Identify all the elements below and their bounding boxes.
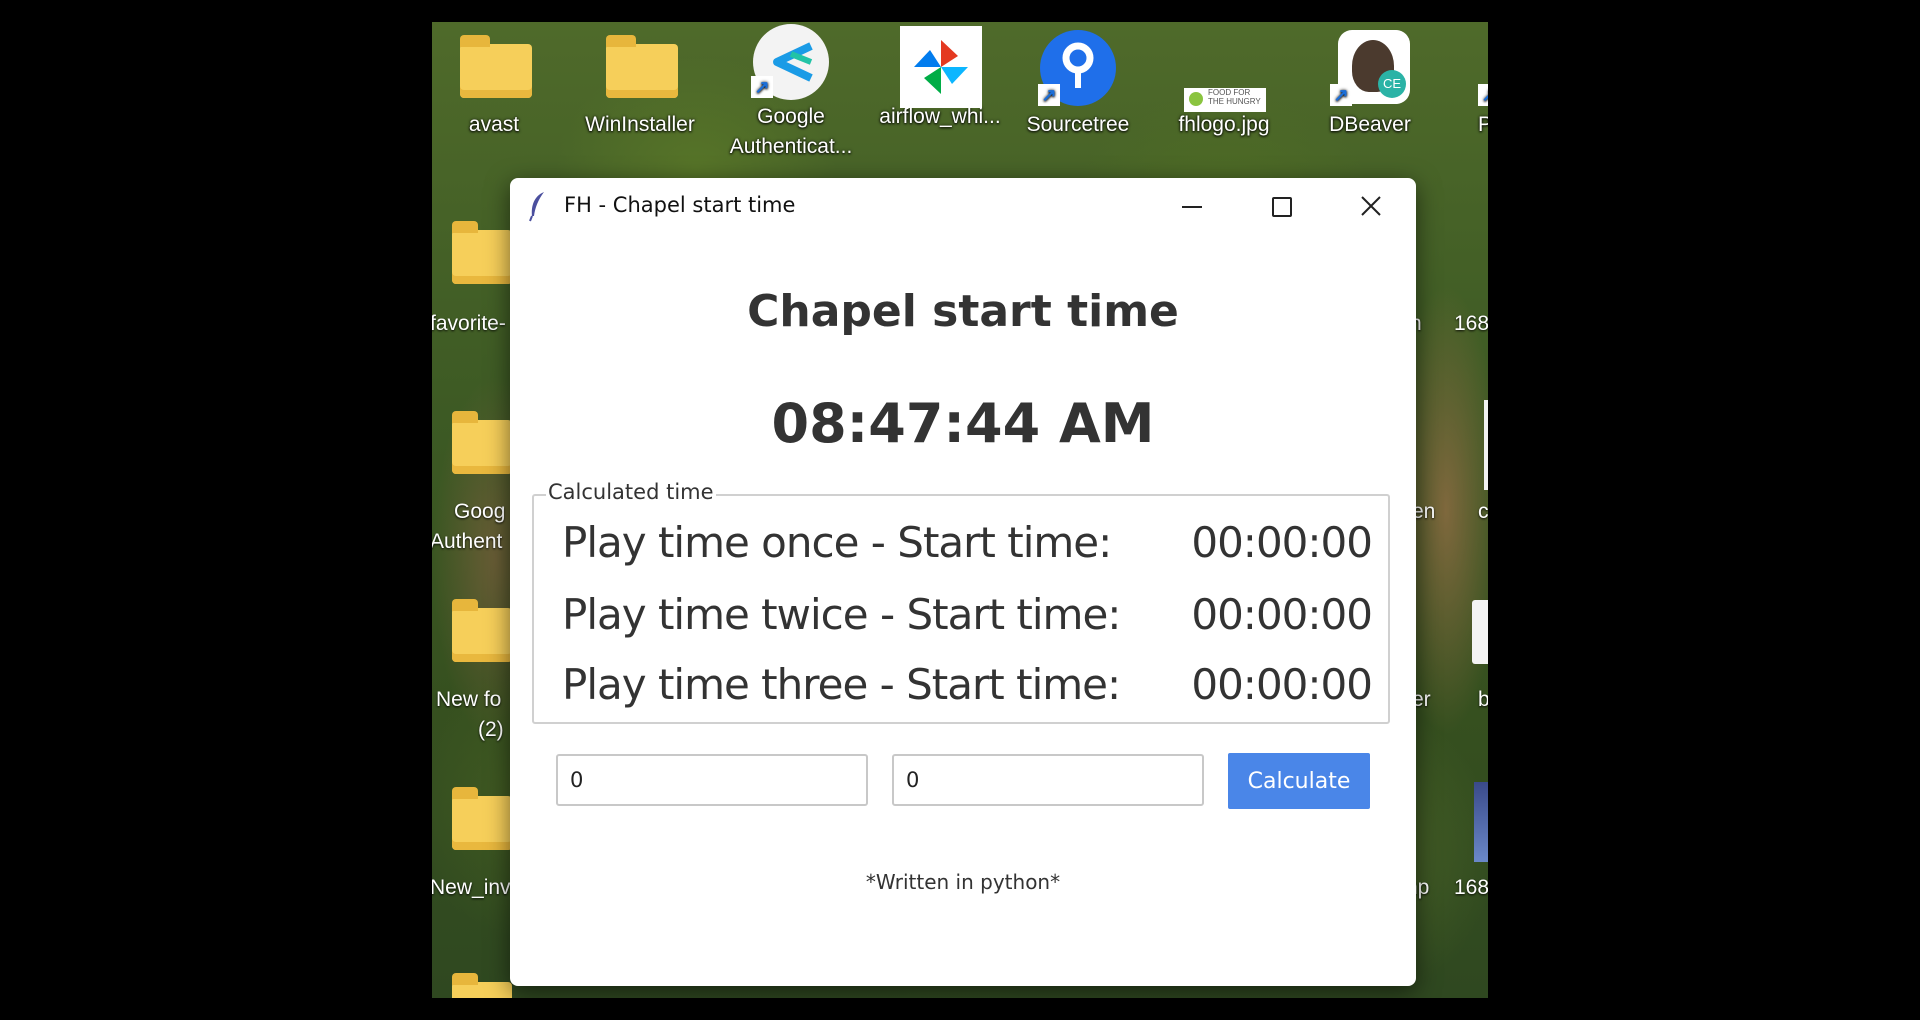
- result-label: Play time three - Start time:: [562, 660, 1121, 709]
- result-label: Play time twice - Start time:: [562, 590, 1121, 639]
- dbeaver-badge: CE: [1378, 70, 1406, 98]
- title-bar[interactable]: FH - Chapel start time: [510, 178, 1416, 234]
- desktop-icon-dbeaver[interactable]: CE ↗ DBeaver: [1310, 30, 1430, 140]
- desktop-icon-label: fhlogo.jpg: [1178, 113, 1270, 136]
- airflow-icon: [898, 22, 982, 108]
- folder-icon: [598, 30, 682, 106]
- google-authenticator-icon: ↗: [749, 22, 833, 100]
- maximize-button[interactable]: [1236, 178, 1326, 234]
- result-row-three: Play time three - Start time: 00:00:00: [562, 660, 1373, 720]
- desktop-icon-label: Goog: [454, 500, 506, 523]
- desktop-icon-google-authenticator[interactable]: ↗ Google Authenticat...: [726, 22, 856, 162]
- current-time-display: 08:47:44 AM: [771, 392, 1155, 455]
- window-title: FH - Chapel start time: [564, 193, 796, 217]
- result-label: Play time once - Start time:: [562, 518, 1112, 567]
- result-value: 00:00:00: [1191, 518, 1373, 567]
- image-thumbnail-icon: [1474, 782, 1488, 862]
- desktop-icon-label: (2): [478, 718, 504, 741]
- folder-icon: [452, 599, 512, 662]
- sourcetree-icon: ↗: [1036, 30, 1120, 106]
- desktop-icon-wininstaller[interactable]: WinInstaller: [580, 30, 700, 140]
- result-row-once: Play time once - Start time: 00:00:00: [562, 518, 1373, 578]
- group-label: Calculated time: [546, 480, 716, 504]
- app-icon: ↗: [1472, 30, 1488, 106]
- desktop-icon-label: P: [1478, 113, 1488, 136]
- calculate-button[interactable]: Calculate: [1228, 753, 1370, 809]
- desktop-icon-airflow[interactable]: airflow_whi...: [870, 22, 1010, 132]
- result-value: 00:00:00: [1191, 590, 1373, 639]
- desktop-icon-label: c: [1478, 500, 1488, 523]
- close-icon: [1361, 196, 1381, 216]
- result-value: 00:00:00: [1191, 660, 1373, 709]
- desktop-icon-label: WinInstaller: [585, 113, 695, 136]
- desktop-icon-label: New fo: [436, 688, 502, 711]
- desktop-icon-label: b: [1478, 688, 1488, 711]
- footer-note: *Written in python*: [865, 870, 1061, 894]
- calculated-time-group: Calculated time Play time once - Start t…: [532, 480, 1390, 724]
- desktop-icon-label: Authent: [432, 530, 503, 553]
- desktop-icon-label: New_inv: [432, 876, 511, 899]
- file-icon: [1484, 400, 1488, 490]
- desktop-icon-partial[interactable]: ↗ P: [1472, 30, 1488, 140]
- desktop-icon-avast[interactable]: avast: [434, 30, 554, 140]
- fhlogo-text: FOOD FOR THE HUNGRY: [1208, 88, 1261, 106]
- dbeaver-icon: CE ↗: [1328, 30, 1412, 106]
- second-number-input[interactable]: [892, 754, 1204, 806]
- desktop-icon-label: avast: [468, 113, 520, 136]
- desktop-icon-sourcetree[interactable]: ↗ Sourcetree: [1018, 30, 1138, 140]
- file-icon: [1472, 600, 1488, 664]
- first-number-input[interactable]: [556, 754, 868, 806]
- page-title: Chapel start time: [747, 286, 1179, 337]
- folder-icon: [452, 221, 512, 284]
- desktop-icon-label: 168: [1454, 876, 1488, 899]
- minimize-button[interactable]: [1145, 178, 1235, 234]
- folder-icon: [452, 787, 512, 850]
- folder-icon: [452, 30, 536, 106]
- result-row-twice: Play time twice - Start time: 00:00:00: [562, 590, 1373, 650]
- desktop-icon-fhlogo[interactable]: FOOD FOR THE HUNGRY fhlogo.jpg: [1164, 30, 1284, 140]
- feather-icon: [529, 192, 544, 222]
- close-button[interactable]: [1326, 178, 1416, 234]
- app-window: FH - Chapel start time Chapel start time…: [510, 178, 1416, 986]
- desktop-icon-label: 168: [1454, 312, 1488, 335]
- desktop-icon-label: favorite-: [432, 312, 506, 335]
- image-file-icon: FOOD FOR THE HUNGRY: [1182, 30, 1266, 112]
- desktop-icon-label: DBeaver: [1329, 113, 1411, 136]
- desktop-icon-label: Google Authenticat...: [729, 105, 853, 158]
- folder-icon: [452, 973, 512, 998]
- desktop-icon-label: Sourcetree: [1026, 113, 1130, 136]
- folder-icon: [452, 411, 512, 474]
